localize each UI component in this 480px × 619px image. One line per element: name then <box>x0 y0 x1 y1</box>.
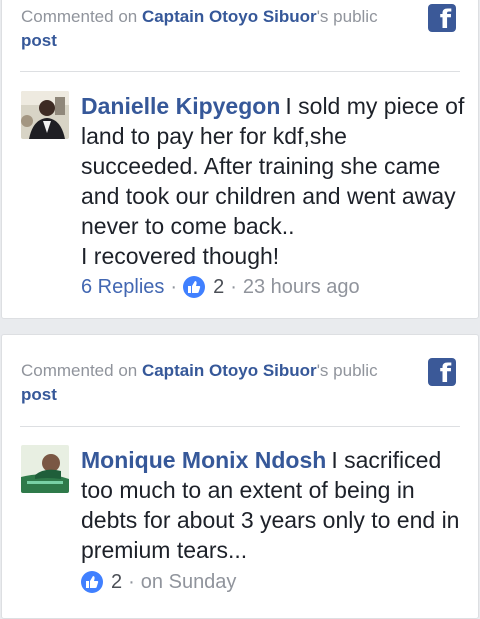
comment-meta: 6 Replies · 2 · 23 hours ago <box>81 274 360 300</box>
comment-card: Commented on Captain Otoyo Sibuor's publ… <box>1 334 479 619</box>
meta-separator: · <box>128 571 135 593</box>
comment-card-header: Commented on Captain Otoyo Sibuor's publ… <box>20 0 460 72</box>
comment-body: Monique Monix Ndosh I sacrificed too much… <box>81 445 466 565</box>
comment-author-link[interactable]: Danielle Kipyegon <box>81 93 280 119</box>
comment-body: Danielle Kipyegon I sold my piece of land… <box>81 91 466 271</box>
comment-text-line: I recovered though! <box>81 243 280 269</box>
avatar[interactable] <box>21 445 69 493</box>
comment-timestamp[interactable]: 23 hours ago <box>243 274 360 300</box>
like-icon[interactable] <box>183 276 206 298</box>
replies-link[interactable]: 6 Replies <box>81 274 164 300</box>
page-name-link[interactable]: Captain Otoyo Sibuor <box>142 7 317 26</box>
public-label: 's public <box>316 7 378 26</box>
facebook-icon[interactable]: f <box>428 358 456 386</box>
meta-separator: · <box>170 276 178 298</box>
meta-separator: · <box>230 276 237 298</box>
page-name-link[interactable]: Captain Otoyo Sibuor <box>142 361 317 380</box>
comment-timestamp[interactable]: on Sunday <box>141 569 237 595</box>
comment-card-header: Commented on Captain Otoyo Sibuor's publ… <box>20 335 460 427</box>
comment-card: Commented on Captain Otoyo Sibuor's publ… <box>1 0 479 319</box>
comment-meta: 2 · on Sunday <box>81 569 236 595</box>
like-icon[interactable] <box>81 571 103 593</box>
like-count: 2 <box>213 276 225 298</box>
avatar[interactable] <box>21 91 69 139</box>
public-label: 's public <box>316 361 378 380</box>
post-link[interactable]: post <box>21 385 57 404</box>
like-count: 2 <box>111 571 123 593</box>
commented-on-label: Commented on <box>21 361 142 380</box>
commented-on-text: Commented on Captain Otoyo Sibuor's publ… <box>21 5 401 53</box>
commented-on-label: Commented on <box>21 7 142 26</box>
facebook-icon[interactable]: f <box>428 4 456 32</box>
post-link[interactable]: post <box>21 31 57 50</box>
commented-on-text: Commented on Captain Otoyo Sibuor's publ… <box>21 359 401 407</box>
comment-author-link[interactable]: Monique Monix Ndosh <box>81 447 326 473</box>
